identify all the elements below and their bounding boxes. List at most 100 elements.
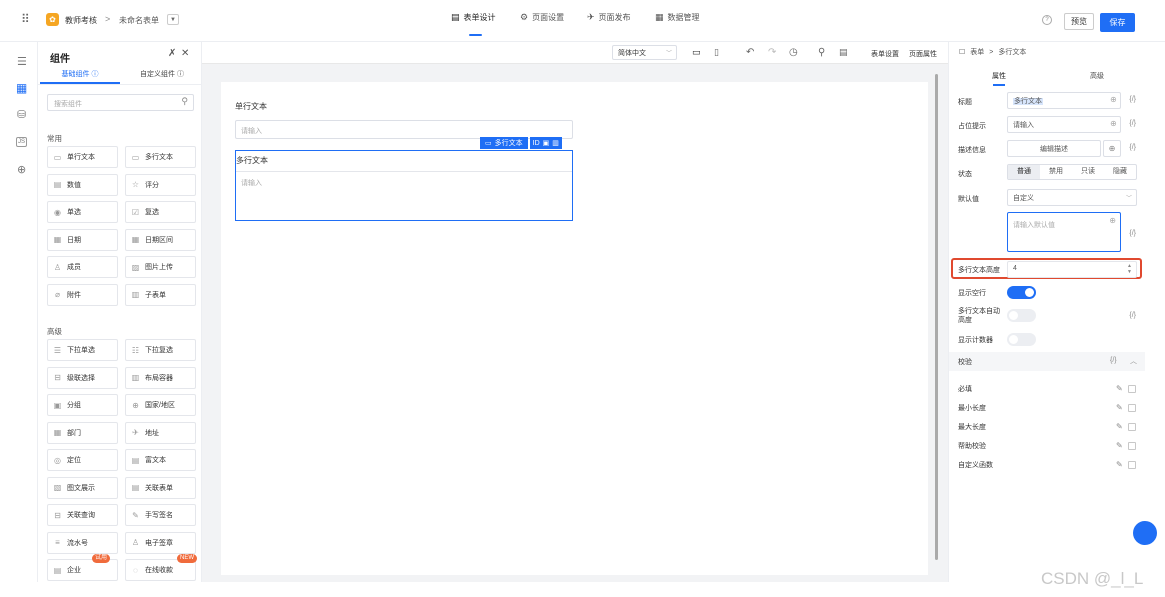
component-item[interactable]: ⊟ 关联查询 — [47, 504, 118, 526]
formula-button[interactable]: {/} — [1129, 96, 1136, 103]
component-item[interactable]: ▣ 分组 — [47, 394, 118, 416]
default-value-textarea[interactable]: 请输入默认值 ⊕ — [1007, 212, 1121, 252]
data-source-icon[interactable]: ⛁ — [17, 108, 26, 121]
component-item[interactable]: ⊟ 级联选择 — [47, 366, 118, 389]
component-item[interactable]: ▭ 单行文本 — [47, 146, 118, 168]
history-icon[interactable]: ◷ — [789, 47, 798, 58]
component-item[interactable]: ◉ 单选 — [47, 201, 118, 223]
search-icon[interactable]: ⚲ — [818, 47, 825, 58]
edit-icon[interactable]: ✎ — [1116, 460, 1123, 469]
apps-grid-icon[interactable]: ⠿ — [21, 12, 30, 26]
help-bubble[interactable] — [1133, 521, 1157, 545]
components-icon[interactable]: ▦ — [16, 81, 27, 95]
rule-checkbox[interactable] — [1128, 423, 1136, 431]
language-select[interactable]: 简体中文 ﹀ — [612, 45, 677, 60]
auto-height-toggle[interactable] — [1007, 309, 1036, 322]
component-item[interactable]: ✈ 地址 — [125, 421, 196, 444]
component-item[interactable]: ⌀ 附件 — [47, 283, 118, 306]
field-id-button[interactable]: ID — [533, 140, 540, 147]
tab-custom-components[interactable]: 自定义组件 ⓘ — [122, 69, 202, 79]
field-type-tag[interactable]: ▭ 多行文本 — [480, 137, 528, 149]
close-icon[interactable]: ✕ — [181, 48, 189, 59]
state-readonly[interactable]: 只读 — [1072, 165, 1104, 179]
pin-icon[interactable]: ✗ — [168, 48, 176, 59]
validation-header[interactable]: 校验 {/} ︿ — [949, 352, 1145, 371]
state-normal[interactable]: 普通 — [1008, 165, 1040, 179]
save-button[interactable]: 保存 — [1100, 13, 1135, 32]
edit-description-button[interactable]: 编辑描述 — [1007, 140, 1101, 157]
rule-checkbox[interactable] — [1128, 442, 1136, 450]
desktop-icon[interactable]: ▭ — [692, 47, 701, 58]
search-input[interactable]: 搜索组件 ⚲ — [47, 94, 194, 111]
preview-button[interactable]: 预览 — [1064, 13, 1094, 30]
component-item[interactable]: ☷ 下拉复选 — [125, 339, 196, 361]
form-name[interactable]: 未命名表单 — [119, 15, 159, 26]
crumb-root[interactable]: 表单 — [970, 47, 984, 57]
component-item[interactable]: ▤ 数值 — [47, 173, 118, 196]
js-icon[interactable]: JS — [16, 137, 28, 147]
state-disabled[interactable]: 禁用 — [1040, 165, 1072, 179]
globe-icon-box[interactable]: ⊕ — [1103, 140, 1121, 157]
component-item[interactable]: ▤ 富文本 — [125, 449, 196, 471]
form-menu-chevron-icon[interactable]: ▼ — [167, 14, 179, 25]
show-counter-toggle[interactable] — [1007, 333, 1036, 346]
tab-properties[interactable]: 属性 — [992, 71, 1006, 81]
placeholder-input[interactable]: 请输入 — [1007, 116, 1121, 133]
component-item[interactable]: ▦ 部门 — [47, 421, 118, 444]
formula-button[interactable]: {/} — [1129, 230, 1136, 237]
canvas-scrollbar[interactable] — [935, 74, 938, 560]
component-item[interactable]: ♙ 成员 — [47, 256, 118, 278]
component-item[interactable]: ▥ 布局容器 — [125, 366, 196, 389]
stepper-icon[interactable]: ▲ ▼ — [1127, 263, 1132, 275]
copy-icon[interactable]: ▣ — [543, 139, 550, 147]
app-name[interactable]: 教师考核 — [65, 15, 97, 26]
edit-icon[interactable]: ✎ — [1116, 403, 1123, 412]
default-value-select[interactable]: 自定义 ﹀ — [1007, 189, 1137, 206]
edit-icon[interactable]: ✎ — [1116, 384, 1123, 393]
component-item[interactable]: ☰ 下拉单选 — [47, 339, 118, 361]
formula-button[interactable]: {/} — [1110, 357, 1117, 364]
component-item[interactable]: ≡ 流水号 — [47, 531, 118, 554]
chevron-up-icon[interactable]: ︿ — [1130, 356, 1137, 366]
code-icon[interactable]: ▤ — [839, 47, 848, 58]
component-item[interactable]: ◌ 在线收款 NEW — [125, 554, 197, 581]
rule-checkbox[interactable] — [1128, 385, 1136, 393]
component-item[interactable]: ▭ 多行文本 — [125, 146, 196, 168]
delete-icon[interactable]: ▥ — [552, 139, 559, 147]
component-item[interactable]: ▤ 企业 试用 — [47, 554, 118, 581]
globe-icon[interactable]: ⊕ — [1110, 119, 1117, 128]
tab-form-design[interactable]: ▤ 表单设计 — [451, 12, 496, 23]
component-item[interactable]: ▥ 子表单 — [125, 283, 196, 306]
outline-icon[interactable]: ☰ — [17, 55, 27, 68]
rule-checkbox[interactable] — [1128, 404, 1136, 412]
redo-icon[interactable]: ↷ — [768, 47, 776, 58]
component-item[interactable]: ⊕ 国家/地区 — [125, 394, 196, 416]
rule-checkbox[interactable] — [1128, 461, 1136, 469]
tab-page-settings[interactable]: ⚙ 页面设置 — [520, 12, 564, 23]
component-item[interactable]: ◎ 定位 — [47, 449, 118, 471]
help-icon[interactable]: ? — [1042, 15, 1052, 25]
mobile-icon[interactable]: ▯ — [714, 47, 719, 58]
state-hidden[interactable]: 隐藏 — [1104, 165, 1136, 179]
component-item[interactable]: ☑ 复选 — [125, 201, 196, 223]
component-item[interactable]: ▦ 日期区间 — [125, 228, 196, 251]
title-input[interactable]: 多行文本 — [1007, 92, 1121, 109]
component-item[interactable]: ✎ 手写签名 — [125, 504, 196, 526]
undo-icon[interactable]: ↶ — [746, 47, 754, 58]
form-settings-button[interactable]: 表单设置 — [871, 49, 899, 59]
component-item[interactable]: ▧ 图文展示 — [47, 476, 118, 499]
multi-line-field-selected[interactable]: 多行文本 请输入 — [235, 150, 573, 221]
tab-data-management[interactable]: ▦ 数据管理 — [655, 12, 700, 23]
component-item[interactable]: ▨ 图片上传 — [125, 256, 196, 278]
page-properties-button[interactable]: 页面属性 — [909, 49, 937, 59]
formula-button[interactable]: {/} — [1129, 144, 1136, 151]
component-item[interactable]: ▤ 关联表单 — [125, 476, 196, 499]
globe-icon[interactable]: ⊕ — [1109, 216, 1116, 225]
formula-button[interactable]: {/} — [1129, 120, 1136, 127]
globe-icon[interactable]: ⊕ — [1110, 95, 1117, 104]
tab-page-publish[interactable]: ✈ 页面发布 — [587, 12, 631, 23]
tab-advanced[interactable]: 高级 — [1090, 71, 1104, 81]
edit-icon[interactable]: ✎ — [1116, 422, 1123, 431]
multi-line-textarea[interactable]: 请输入 — [236, 171, 572, 220]
globe-icon[interactable]: ⊕ — [17, 163, 26, 176]
